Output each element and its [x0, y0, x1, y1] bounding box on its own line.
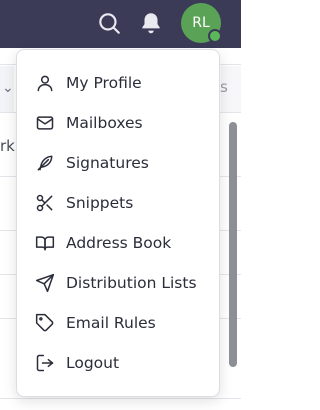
user-icon — [35, 73, 55, 93]
menu-item-logout[interactable]: Logout — [17, 343, 205, 383]
menu-item-email-rules[interactable]: Email Rules — [17, 303, 205, 343]
bell-icon[interactable] — [138, 10, 164, 36]
menu-item-address-book[interactable]: Address Book — [17, 223, 205, 263]
avatar-initials: RL — [192, 15, 210, 31]
background-text-fragment: s — [220, 78, 228, 96]
menu-item-label: Signatures — [66, 154, 149, 172]
scissors-icon — [35, 193, 55, 213]
menu-item-label: My Profile — [66, 74, 142, 92]
menu-item-label: Mailboxes — [66, 114, 143, 132]
menu-item-label: Email Rules — [66, 314, 156, 332]
menu-item-distribution-lists[interactable]: Distribution Lists — [17, 263, 205, 303]
tag-icon — [35, 313, 55, 333]
menu-item-signatures[interactable]: Signatures — [17, 143, 205, 183]
scrollbar-thumb[interactable] — [229, 122, 237, 367]
feather-icon — [35, 153, 55, 173]
profile-dropdown-menu: My Profile Mailboxes Signatures Snippets… — [16, 49, 220, 397]
menu-item-label: Snippets — [66, 194, 134, 212]
presence-status-dot — [208, 29, 222, 43]
logout-icon — [35, 353, 55, 373]
top-bar: RL — [0, 0, 241, 48]
menu-item-mailboxes[interactable]: Mailboxes — [17, 103, 205, 143]
background-text-fragment: rk — [0, 137, 15, 155]
chevron-down-icon: ⌄ — [2, 80, 14, 96]
mail-icon — [35, 113, 55, 133]
menu-item-snippets[interactable]: Snippets — [17, 183, 205, 223]
menu-item-label: Distribution Lists — [66, 274, 197, 292]
send-icon — [35, 273, 55, 293]
menu-item-my-profile[interactable]: My Profile — [17, 63, 205, 103]
search-icon[interactable] — [96, 10, 122, 36]
divider — [0, 398, 241, 399]
menu-item-label: Logout — [66, 354, 120, 372]
book-open-icon — [35, 233, 55, 253]
menu-item-label: Address Book — [66, 234, 172, 252]
